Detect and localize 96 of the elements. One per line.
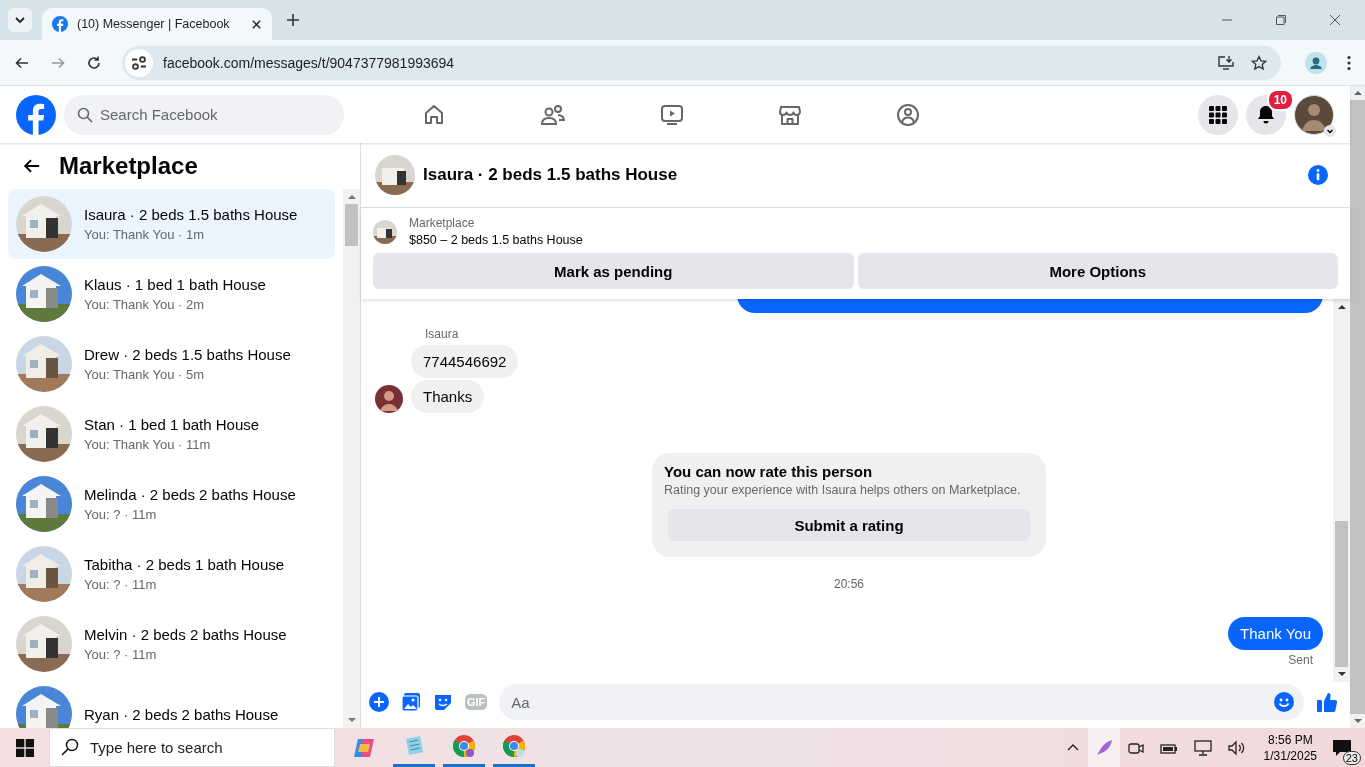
url-text: facebook.com/messages/t/9047377981993694 [163,54,455,71]
site-settings-icon[interactable] [125,48,153,77]
sticker-icon[interactable] [433,692,453,712]
date: 1/31/2025 [1263,748,1317,763]
conversation-item[interactable]: Melinda · 2 beds 2 baths House You: ? · 11m [8,469,335,539]
restore-icon[interactable] [1275,14,1287,26]
address-bar[interactable]: facebook.com/messages/t/9047377981993694 [122,45,1281,80]
feather-icon [1094,738,1113,757]
message-preview: You: Thank You · 11m [84,437,212,452]
scroll-down-icon[interactable] [1353,718,1362,724]
emoji-icon[interactable] [1274,692,1294,712]
conversation-item[interactable]: Isaura · 2 beds 1.5 baths House You: Thank You · 1m [8,189,335,259]
account-button[interactable] [1294,94,1334,135]
sender-name: Isaura [425,327,460,341]
menu-button[interactable] [1198,94,1238,135]
chat-title: Isaura · 2 beds 1.5 baths House [423,165,678,185]
plus-icon[interactable] [286,13,300,27]
conversation-item[interactable]: Melvin · 2 beds 2 baths House You: ? · 11m [8,609,335,679]
message-bubble: Thanks [411,380,485,413]
bell-icon [1256,104,1276,125]
facebook-logo[interactable] [16,94,56,135]
search-icon [77,106,93,123]
submit-rating-button[interactable]: Submit a rating [668,509,1030,541]
conversation-title: Drew · 2 beds 1.5 baths House [84,346,291,363]
profile-icon[interactable] [1305,51,1327,74]
scrollbar[interactable] [1333,299,1350,682]
caret-icon [1324,124,1336,137]
browser-tab[interactable]: (10) Messenger | Facebook [42,8,272,40]
network-icon[interactable] [1193,739,1212,756]
taskbar-search-field[interactable]: Type here to search [49,728,335,767]
listing-label: Marketplace [409,216,476,230]
reload-icon[interactable] [86,54,102,71]
search-icon [61,738,79,756]
groups-icon[interactable] [896,102,920,127]
facebook-icon [52,16,68,32]
info-icon[interactable] [1308,165,1328,185]
conversation-title: Ryan · 2 beds 2 baths House [84,705,279,723]
conversation-title: Klaus · 1 bed 1 bath House [84,276,266,293]
scroll-up-icon[interactable] [1337,304,1346,310]
scroll-down-icon[interactable] [1337,671,1346,677]
message-field[interactable]: Aa [499,684,1304,720]
rating-description: Rating your experience with Isaura helps others on Marketplace. [664,483,1022,497]
conversation-item[interactable]: Drew · 2 beds 1.5 baths House You: Thank You · 5m [8,329,335,399]
message-preview: You: Thank You · 2m [84,297,205,312]
conversation-item[interactable]: Stan · 1 bed 1 bath House You: Thank You · 11m [8,399,335,469]
home-icon[interactable] [422,102,446,127]
people-icon[interactable] [540,102,566,127]
conversation-title: Melinda · 2 beds 2 baths House [84,486,296,503]
timestamp: 20:56 [833,577,865,591]
menu-icon[interactable] [1347,54,1351,71]
chevron-down-icon [14,14,26,26]
listing-button[interactable]: More Options [857,253,1338,289]
volume-icon[interactable] [1227,739,1246,756]
message-bubble: 7744546692 [411,345,519,378]
message-status: Sent [1288,653,1313,667]
scroll-thumb[interactable] [345,204,358,246]
scroll-thumb[interactable] [1335,521,1348,667]
back-icon[interactable] [23,157,41,175]
conversation-title: Tabitha · 2 beds 1 bath House [84,556,285,573]
grid-icon [1208,104,1228,125]
sidebar-title: Marketplace [59,152,198,180]
conversation-title: Melvin · 2 beds 2 baths House [84,626,287,643]
star-icon[interactable] [1251,54,1267,71]
time: 8:56 PM [1267,732,1313,747]
message-preview: You: Thank You · 5m [84,367,205,382]
scroll-up-icon[interactable] [1353,90,1362,96]
chrome-icon [502,734,526,758]
clock[interactable]: 8:56 PM 1/31/2025 [1263,732,1317,763]
image-icon[interactable] [401,692,421,712]
conversation-item[interactable]: Tabitha · 2 beds 1 bath House You: ? · 11m [8,539,335,609]
tab-list-button[interactable] [8,8,32,32]
conversation-title: Isaura · 2 beds 1.5 baths House [84,206,298,223]
listing-title: $850 – 2 beds 1.5 baths House [409,233,583,247]
message-preview: You: ? · 11m [84,507,158,522]
conversation-item[interactable]: Klaus · 1 bed 1 bath House You: Thank You · 2m [8,259,335,329]
windows-start-icon[interactable] [16,738,34,757]
like-icon[interactable] [1316,691,1338,713]
listing-button[interactable]: Mark as pending [373,253,854,289]
chrome-icon [452,734,476,758]
message-bubble: Thank You [1228,617,1323,650]
close-icon[interactable] [251,18,262,30]
search-field[interactable]: Search Facebook [64,94,344,135]
message-preview: You: ? · 11m [84,577,158,592]
install-app-icon[interactable] [1217,54,1235,71]
avatar-icon [1294,94,1334,135]
conversation-title: Stan · 1 bed 1 bath House [84,416,260,433]
message-preview: You: Thank You · 1m [84,227,205,242]
notification-badge: 10 [1266,88,1294,111]
message-preview: You: ? · 11m [84,647,158,662]
pen-button[interactable] [1087,728,1120,767]
tab-title: (10) Messenger | Facebook [77,17,231,31]
rating-title: You can now rate this person [664,463,874,480]
notification-count: 23 [1342,750,1361,765]
plus-icon[interactable] [369,692,389,712]
scrollbar[interactable] [343,189,360,728]
video-icon[interactable] [660,102,684,127]
